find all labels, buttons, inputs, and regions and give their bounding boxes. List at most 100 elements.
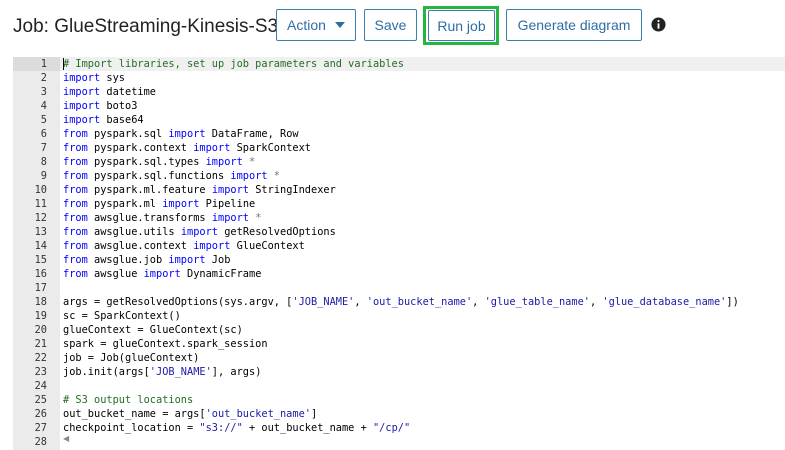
code-token: pyspark.ml.feature (87, 184, 212, 196)
save-button[interactable]: Save (364, 9, 417, 41)
code-line[interactable]: 14 from awsglue.context import GlueContex… (13, 239, 785, 253)
line-number: 18 (34, 296, 47, 308)
code-token: job = Job(glueContext) (63, 352, 200, 364)
caret-down-icon (334, 22, 345, 28)
code-line[interactable]: 3 import datetime (13, 85, 785, 99)
line-number: 13 (34, 226, 47, 238)
code-text: from pyspark.context import SparkContext (63, 141, 311, 155)
code-token: from (63, 212, 88, 224)
run-job-button-label: Run job (437, 17, 486, 34)
generate-diagram-button[interactable]: Generate diagram (506, 9, 642, 41)
code-line[interactable]: 24 (13, 379, 785, 393)
code-token: awsglue (87, 268, 144, 280)
code-token: import (193, 240, 231, 252)
code-text: import datetime (63, 85, 156, 99)
code-line[interactable]: 16 from awsglue import DynamicFrame (13, 267, 785, 281)
code-text: # Import libraries, set up job parameter… (63, 57, 404, 71)
line-number: 15 (34, 254, 47, 266)
line-number: 17 (34, 282, 47, 294)
code-text: out_bucket_name = args['out_bucket_name'… (63, 407, 317, 421)
line-number: 24 (34, 380, 47, 392)
line-number: 23 (34, 366, 47, 378)
code-line[interactable]: 9 from pyspark.sql.functions import * (13, 169, 785, 183)
run-job-button[interactable]: Run job (428, 10, 495, 41)
code-token: import (230, 170, 268, 182)
code-token: datetime (100, 86, 156, 98)
code-token: awsglue.job (87, 254, 169, 266)
code-line[interactable]: 22 job = Job(glueContext) (13, 351, 785, 365)
line-number: 8 (40, 156, 47, 168)
scroll-left-icon[interactable]: ◀ (63, 434, 69, 443)
code-token: pyspark.sql (87, 128, 169, 140)
code-line[interactable]: 4 import boto3 (13, 99, 785, 113)
code-token: awsglue.utils (87, 226, 181, 238)
code-line[interactable]: 15 from awsglue.job import Job (13, 253, 785, 267)
code-line[interactable]: 25 # S3 output locations (13, 393, 785, 407)
line-number: 9 (40, 170, 47, 182)
job-header: Job: GlueStreaming-Kinesis-S3 Action Sav… (0, 0, 785, 52)
code-token: glueContext = GlueContext(sc) (63, 324, 243, 336)
line-number: 4 (40, 100, 47, 112)
line-number: 20 (34, 324, 47, 336)
code-line[interactable]: 18 args = getResolvedOptions(sys.argv, ['… (13, 295, 785, 309)
code-line[interactable]: 8 from pyspark.sql.types import * (13, 155, 785, 169)
code-token: 'out_bucket_name' (205, 408, 311, 420)
code-token: import (63, 72, 101, 84)
code-line[interactable]: 20 glueContext = GlueContext(sc) (13, 323, 785, 337)
code-line[interactable]: 13 from awsglue.utils import getResolvedO… (13, 225, 785, 239)
code-token: * (249, 212, 262, 224)
generate-diagram-button-label: Generate diagram (517, 17, 631, 33)
code-token: 'JOB_NAME' (292, 296, 355, 308)
code-text: from pyspark.ml.feature import StringInd… (63, 183, 336, 197)
code-line[interactable]: 5 import base64 (13, 113, 785, 127)
code-line[interactable]: 6 from pyspark.sql import DataFrame, Row (13, 127, 785, 141)
code-token: args = getResolvedOptions(sys.argv, [ (63, 296, 293, 308)
code-line[interactable]: 26 out_bucket_name = args['out_bucket_nam… (13, 407, 785, 421)
code-token: 'glue_table_name' (484, 296, 590, 308)
info-icon[interactable] (651, 17, 666, 32)
line-number: 3 (40, 86, 47, 98)
code-token: , (589, 296, 603, 308)
code-token: ] (310, 408, 318, 420)
text-cursor (63, 58, 64, 70)
code-token: 'glue_database_name' (602, 296, 727, 308)
line-number: 10 (34, 184, 47, 196)
code-line[interactable]: 11 from pyspark.ml import Pipeline (13, 197, 785, 211)
code-token: import (211, 184, 250, 196)
code-token: from (63, 170, 88, 182)
code-text: from awsglue.job import Job (63, 253, 230, 267)
line-number: 21 (34, 338, 47, 350)
code-token: import (180, 226, 219, 238)
code-line[interactable]: 10 from pyspark.ml.feature import StringI… (13, 183, 785, 197)
code-line[interactable]: 7 from pyspark.context import SparkContex… (13, 141, 785, 155)
code-token: import (63, 100, 101, 112)
code-text: spark = glueContext.spark_session (63, 337, 268, 351)
code-text: # S3 output locations (63, 393, 193, 407)
code-token: from (63, 184, 88, 196)
code-text: import base64 (63, 113, 144, 127)
code-token: getResolvedOptions (218, 226, 336, 238)
code-token: out_bucket_name = args[ (63, 408, 206, 420)
line-number: 28 (34, 436, 47, 448)
code-line[interactable]: 19 sc = SparkContext() (13, 309, 785, 323)
code-token: Job (205, 254, 231, 266)
code-text: glueContext = GlueContext(sc) (63, 323, 243, 337)
horizontal-scrollbar[interactable]: ◀ (60, 433, 785, 445)
line-number: 11 (34, 198, 47, 210)
code-line[interactable]: 17 (13, 281, 785, 295)
code-token: import (63, 86, 101, 98)
line-number: 7 (40, 142, 47, 154)
code-token: DataFrame, Row (205, 128, 299, 140)
code-text: job = Job(glueContext) (63, 351, 199, 365)
code-line[interactable]: 23 job.init(args['JOB_NAME'], args) (13, 365, 785, 379)
code-token: DynamicFrame (180, 268, 262, 280)
code-line[interactable]: 21 spark = glueContext.spark_session (13, 337, 785, 351)
code-line[interactable]: 1 # Import libraries, set up job paramete… (13, 57, 785, 71)
line-number: 14 (34, 240, 47, 252)
code-editor[interactable]: 1 # Import libraries, set up job paramete… (13, 57, 785, 450)
code-line[interactable]: 2 import sys (13, 71, 785, 85)
action-dropdown-button[interactable]: Action (276, 9, 356, 41)
code-token: job.init(args[ (63, 366, 150, 378)
code-line[interactable]: 12 from awsglue.transforms import * (13, 211, 785, 225)
code-token: awsglue.context (87, 240, 194, 252)
